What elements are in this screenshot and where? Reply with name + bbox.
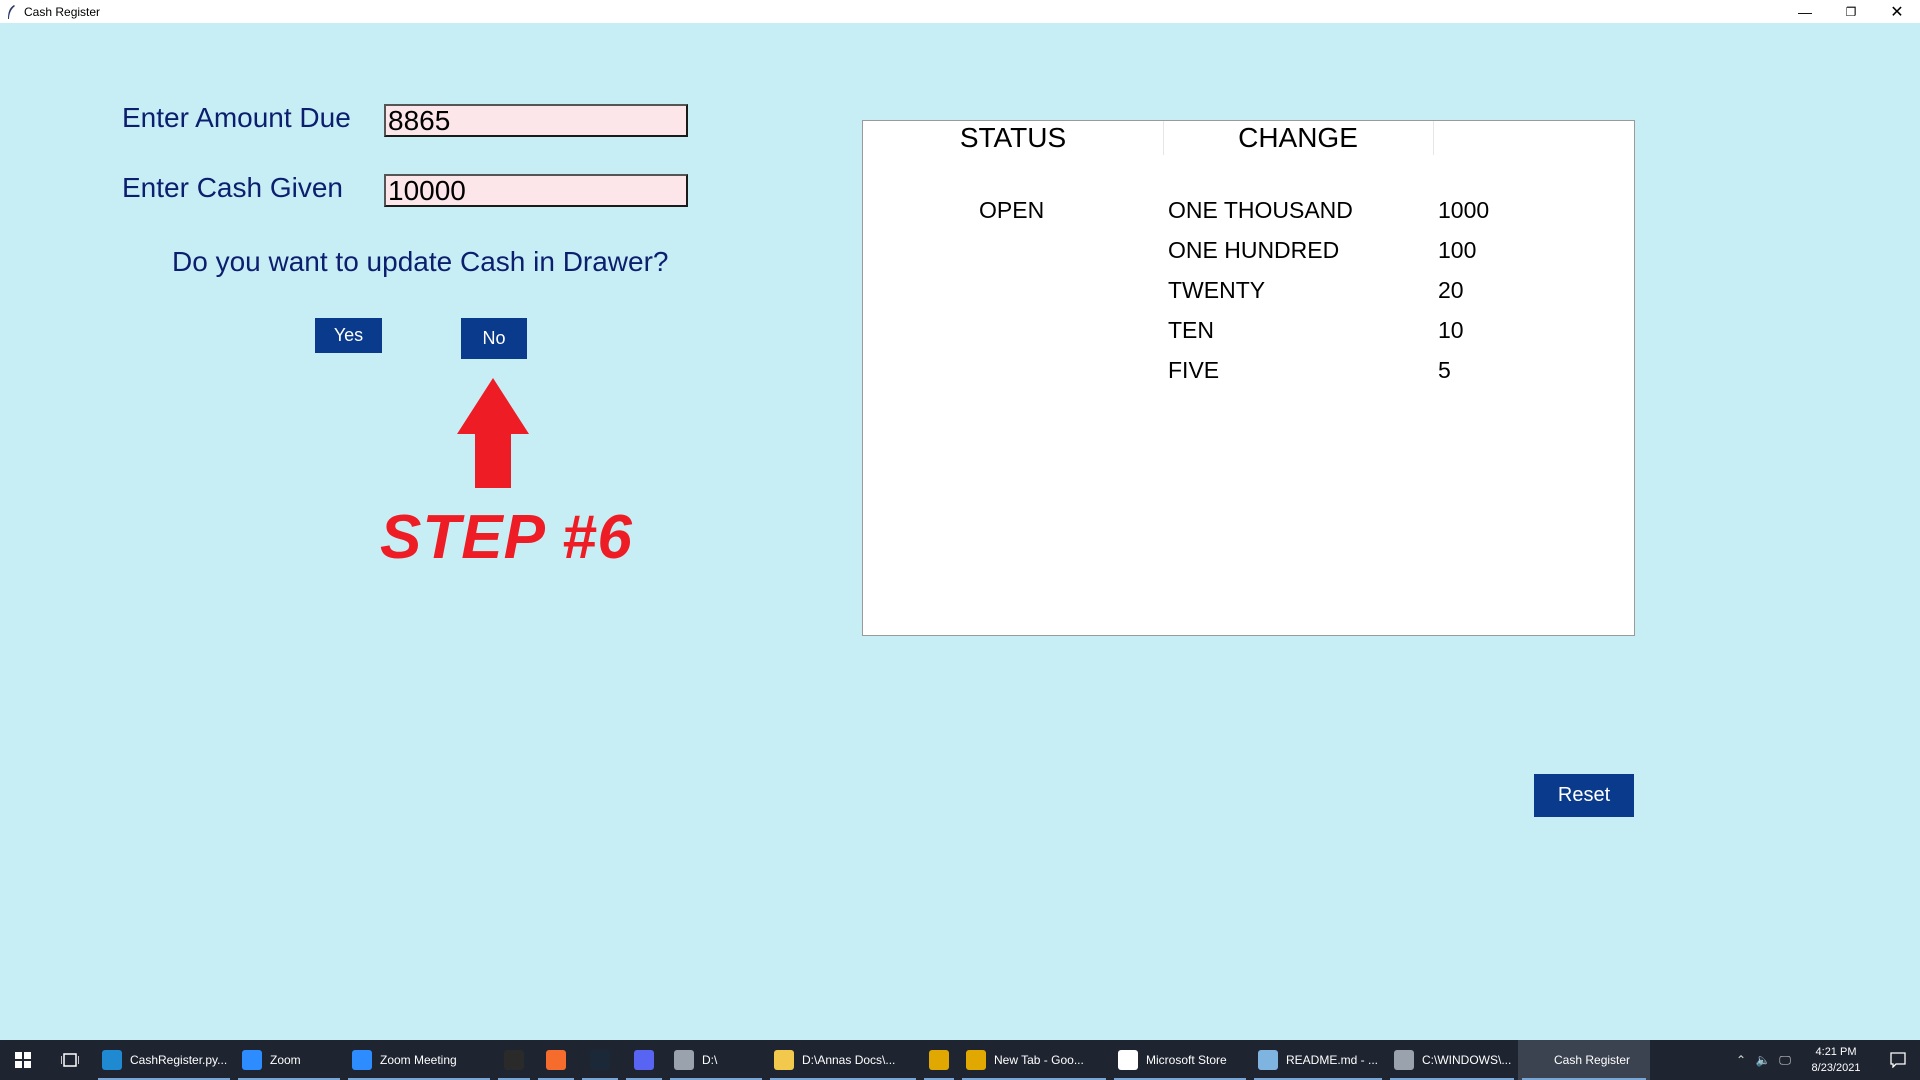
- folder-icon: [774, 1050, 794, 1070]
- chevron-up-icon[interactable]: ⌃: [1730, 1040, 1752, 1080]
- network-icon[interactable]: 🖵: [1774, 1040, 1796, 1080]
- denomination-name: ONE HUNDRED: [1168, 237, 1340, 263]
- cmd-icon: [1394, 1050, 1414, 1070]
- taskbar-item-label: Zoom: [270, 1053, 301, 1067]
- taskbar-item[interactable]: D:\: [666, 1040, 766, 1080]
- taskbar-item[interactable]: Zoom: [234, 1040, 344, 1080]
- zoom-meeting-icon: [352, 1050, 372, 1070]
- denomination-name: ONE THOUSAND: [1168, 197, 1353, 223]
- taskbar-item[interactable]: Microsoft Store: [1110, 1040, 1250, 1080]
- taskbar-item-label: CashRegister.py...: [130, 1053, 228, 1067]
- reset-button[interactable]: Reset: [1534, 774, 1634, 817]
- window-title: Cash Register: [24, 4, 101, 19]
- denomination-amount: 1000: [1438, 197, 1490, 223]
- change-row: TEN 10: [1168, 317, 1538, 357]
- volume-icon[interactable]: 🔈: [1752, 1040, 1774, 1080]
- clock-date: 8/23/2021: [1811, 1062, 1861, 1074]
- taskbar-item-label: README.md - ...: [1286, 1053, 1379, 1067]
- notification-icon: [1890, 1052, 1906, 1068]
- amount-due-label: Enter Amount Due: [122, 102, 351, 133]
- change-panel: STATUS CHANGE OPEN ONE THOUSAND 1000 ONE…: [862, 120, 1635, 636]
- taskbar-item-label: Microsoft Store: [1146, 1053, 1227, 1067]
- task-view-icon: [61, 1053, 79, 1067]
- taskbar-item[interactable]: [578, 1040, 622, 1080]
- chrome-tab-icon: [966, 1050, 986, 1070]
- denomination-name: TEN: [1168, 317, 1214, 343]
- cash-given-label: Enter Cash Given: [122, 172, 343, 203]
- taskbar-item[interactable]: New Tab - Goo...: [958, 1040, 1110, 1080]
- chrome-icon: [929, 1050, 949, 1070]
- taskbar: CashRegister.py... Zoom Zoom Meeting D:\ D:\…: [0, 1040, 1920, 1080]
- yes-button[interactable]: Yes: [315, 318, 382, 353]
- feather-icon: [6, 4, 18, 20]
- epic-games-icon: [504, 1050, 524, 1070]
- clock-time: 4:21 PM: [1815, 1046, 1857, 1058]
- notifications-button[interactable]: [1876, 1040, 1920, 1080]
- change-row: FIVE 5: [1168, 357, 1538, 397]
- taskbar-item[interactable]: D:\Annas Docs\...: [766, 1040, 920, 1080]
- denomination-name: TWENTY: [1168, 277, 1266, 303]
- taskbar-item[interactable]: README.md - ...: [1250, 1040, 1386, 1080]
- system-tray: ⌃ 🔈 🖵 4:21 PM 8/23/2021: [1730, 1040, 1920, 1080]
- taskbar-item-label: New Tab - Goo...: [994, 1053, 1084, 1067]
- taskbar-item[interactable]: [920, 1040, 958, 1080]
- close-button[interactable]: ✕: [1874, 0, 1920, 23]
- denomination-amount: 5: [1438, 357, 1451, 383]
- taskbar-item-label: C:\WINDOWS\...: [1422, 1053, 1512, 1067]
- denomination-name: FIVE: [1168, 357, 1220, 383]
- zoom-icon: [242, 1050, 262, 1070]
- denomination-amount: 20: [1438, 277, 1464, 303]
- change-row: ONE THOUSAND 1000: [1168, 197, 1538, 237]
- taskbar-items: CashRegister.py... Zoom Zoom Meeting D:\ D:\…: [94, 1040, 1650, 1080]
- taskbar-item[interactable]: C:\WINDOWS\...: [1386, 1040, 1518, 1080]
- amount-due-input[interactable]: 8865: [384, 104, 688, 137]
- vscode-icon: [102, 1050, 122, 1070]
- taskbar-item[interactable]: Cash Register: [1518, 1040, 1650, 1080]
- task-view-button[interactable]: [46, 1040, 94, 1080]
- change-row: ONE HUNDRED 100: [1168, 237, 1538, 277]
- status-value: OPEN: [979, 197, 1045, 223]
- step-annotation: STEP #6: [380, 503, 633, 572]
- change-header: CHANGE: [1163, 121, 1434, 155]
- denomination-amount: 100: [1438, 237, 1477, 263]
- notepad-icon: [1258, 1050, 1278, 1070]
- taskbar-item-label: D:\Annas Docs\...: [802, 1053, 896, 1067]
- no-button[interactable]: No: [461, 318, 527, 359]
- taskbar-item[interactable]: CashRegister.py...: [94, 1040, 234, 1080]
- maximize-button[interactable]: ❐: [1828, 0, 1874, 23]
- start-button[interactable]: [0, 1040, 46, 1080]
- red-arrow-up-icon: [457, 378, 529, 488]
- taskbar-item-label: D:\: [702, 1053, 718, 1067]
- origin-icon: [546, 1050, 566, 1070]
- taskbar-item-label: Cash Register: [1554, 1053, 1631, 1067]
- discord-icon: [634, 1050, 654, 1070]
- change-list: ONE THOUSAND 1000 ONE HUNDRED 100 TWENTY…: [1168, 197, 1538, 397]
- taskbar-item[interactable]: [534, 1040, 578, 1080]
- drive-icon: [674, 1050, 694, 1070]
- taskbar-item[interactable]: Zoom Meeting: [344, 1040, 494, 1080]
- windows-icon: [15, 1052, 31, 1068]
- steam-icon: [590, 1050, 610, 1070]
- denomination-amount: 10: [1438, 317, 1464, 343]
- update-drawer-question: Do you want to update Cash in Drawer?: [172, 246, 669, 277]
- taskbar-item[interactable]: [622, 1040, 666, 1080]
- title-bar: Cash Register — ❐ ✕: [0, 0, 1920, 23]
- taskbar-item-label: Zoom Meeting: [380, 1053, 457, 1067]
- cash-given-input[interactable]: 10000: [384, 174, 688, 207]
- status-header: STATUS: [863, 121, 1164, 155]
- feather-icon: [1526, 1050, 1546, 1070]
- change-row: TWENTY 20: [1168, 277, 1538, 317]
- store-icon: [1118, 1050, 1138, 1070]
- taskbar-item[interactable]: [494, 1040, 534, 1080]
- clock[interactable]: 4:21 PM 8/23/2021: [1796, 1044, 1876, 1076]
- minimize-button[interactable]: —: [1782, 0, 1828, 23]
